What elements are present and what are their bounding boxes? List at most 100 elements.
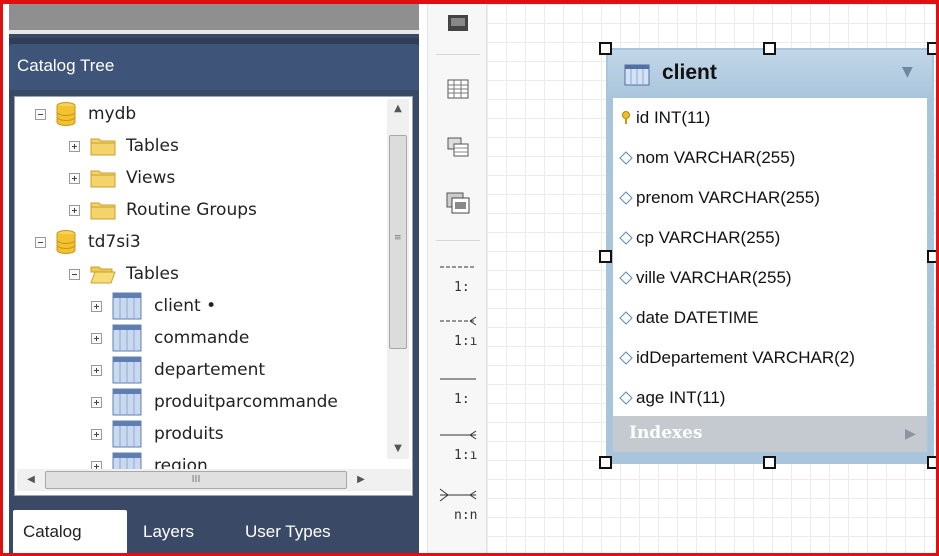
table-icon [112, 356, 142, 384]
folder-icon [90, 202, 116, 220]
resize-handle-bottom-left[interactable] [599, 456, 612, 469]
tree-item-routine-groups[interactable]: Routine Groups [69, 195, 257, 225]
tree-item-client[interactable]: client • [91, 291, 216, 321]
column-row[interactable]: prenom VARCHAR(255) [613, 178, 820, 218]
column-label: id INT(11) [636, 108, 711, 127]
resize-handle-top-left[interactable] [599, 42, 612, 55]
diagram-canvas[interactable]: client ▼ id INT(11) nom VARCHAR(255) pre… [487, 4, 936, 553]
column-diamond-icon [619, 391, 633, 405]
catalog-tree[interactable]: mydb Tables Views Routine Groups td7si3 … [14, 96, 413, 496]
tree-item-produitparcommande[interactable]: produitparcommande [91, 387, 338, 417]
tab-user-types[interactable]: User Types [245, 510, 331, 553]
tree-item-label: produits [154, 424, 224, 444]
collapse-icon[interactable] [35, 236, 46, 248]
horizontal-scroll-thumb[interactable]: III [45, 471, 347, 489]
scroll-left-arrow-icon[interactable]: ◀ [21, 469, 41, 491]
table-icon [112, 324, 142, 352]
resize-handle-bottom[interactable] [763, 456, 776, 469]
column-label: cp VARCHAR(255) [636, 228, 781, 247]
tree-item-label: Routine Groups [126, 200, 257, 220]
database-icon [56, 230, 76, 254]
folder-open-icon [90, 266, 116, 284]
scroll-up-arrow-icon[interactable]: ▲ [387, 99, 409, 119]
relationship-1-1-tool[interactable]: 1: [436, 256, 480, 302]
tree-item-label: Tables [126, 264, 179, 284]
column-diamond-icon [619, 191, 633, 205]
panel-top-bar [9, 4, 419, 34]
scroll-right-arrow-icon[interactable]: ▶ [351, 469, 371, 491]
indexes-section[interactable]: Indexes ▶ [613, 416, 927, 452]
expand-icon[interactable] [69, 172, 80, 184]
toolbar-divider [436, 240, 480, 241]
column-diamond-icon [619, 271, 633, 285]
tree-vertical-scrollbar[interactable]: ▲ ≡ ▼ [387, 99, 409, 459]
catalog-panel: Catalog Tree mydb Tables Views Routine G… [9, 4, 419, 553]
column-label: prenom VARCHAR(255) [636, 188, 820, 207]
tree-item-departement[interactable]: departement [91, 355, 265, 385]
tree-item-label: commande [154, 328, 250, 348]
resize-handle-top[interactable] [763, 42, 776, 55]
tree-item-td7si3[interactable]: td7si3 [35, 227, 141, 257]
database-icon [56, 102, 76, 126]
image-tool-icon[interactable] [441, 6, 475, 40]
tree-item-label: departement [154, 360, 266, 380]
relationship-many-to-many-icon [439, 488, 477, 502]
expand-icon[interactable] [69, 204, 80, 216]
vertical-scroll-thumb[interactable]: ≡ [389, 135, 407, 349]
relationship-n-m-tool[interactable]: n:n [436, 484, 480, 530]
expand-icon[interactable] [91, 364, 102, 376]
tree-item-views[interactable]: Views [69, 163, 175, 193]
table-tool-icon[interactable] [441, 72, 475, 106]
tree-item-mydb[interactable]: mydb [35, 99, 136, 129]
column-row[interactable]: idDepartement VARCHAR(2) [613, 338, 855, 378]
table-icon [624, 64, 650, 86]
tree-item-produits[interactable]: produits [91, 419, 224, 449]
expand-icon[interactable] [91, 396, 102, 408]
folder-icon [90, 170, 116, 188]
column-row[interactable]: cp VARCHAR(255) [613, 218, 780, 258]
relationship-1-n-tool[interactable]: 1:ı [436, 310, 480, 356]
expand-arrow-icon[interactable]: ▶ [905, 426, 916, 442]
primary-key-icon [622, 111, 630, 124]
tab-catalog[interactable]: Catalog [13, 510, 127, 553]
resize-handle-bottom-right[interactable] [927, 456, 936, 469]
column-diamond-icon [619, 231, 633, 245]
collapse-triangle-icon[interactable]: ▼ [902, 64, 913, 80]
collapse-icon[interactable] [35, 108, 46, 120]
routine-group-tool-icon[interactable] [441, 186, 475, 220]
entity-client[interactable]: client ▼ id INT(11) nom VARCHAR(255) pre… [606, 48, 934, 464]
column-row[interactable]: date DATETIME [613, 298, 759, 338]
column-row[interactable]: ville VARCHAR(255) [613, 258, 792, 298]
expand-icon[interactable] [91, 300, 102, 312]
column-row[interactable]: nom VARCHAR(255) [613, 138, 795, 178]
toolbar-divider [436, 54, 480, 55]
column-diamond-icon [619, 151, 633, 165]
entity-columns: id INT(11) nom VARCHAR(255) prenom VARCH… [613, 98, 927, 416]
tree-item-commande[interactable]: commande [91, 323, 249, 353]
tree-horizontal-scrollbar[interactable]: ◀ III ▶ [17, 469, 411, 491]
column-row[interactable]: age INT(11) [613, 378, 725, 418]
expand-icon[interactable] [91, 332, 102, 344]
column-row[interactable]: id INT(11) [613, 98, 710, 138]
indexes-label: Indexes [629, 423, 703, 443]
tree-item-tables-open[interactable]: Tables [69, 259, 179, 289]
relationship-1-1-identifying-tool[interactable]: 1: [436, 368, 480, 414]
collapse-icon[interactable] [69, 268, 80, 280]
column-label: age INT(11) [636, 388, 726, 407]
scroll-down-arrow-icon[interactable]: ▼ [387, 439, 409, 459]
tree-item-tables[interactable]: Tables [69, 131, 179, 161]
expand-icon[interactable] [69, 140, 80, 152]
folder-icon [90, 138, 116, 156]
window-frame: Catalog Tree mydb Tables Views Routine G… [0, 0, 939, 556]
relationship-1-n-identifying-tool[interactable]: 1:ı [436, 424, 480, 470]
view-tool-icon[interactable] [441, 130, 475, 164]
tab-layers[interactable]: Layers [143, 510, 194, 553]
resize-handle-top-right[interactable] [927, 42, 936, 55]
column-label: date DATETIME [636, 308, 759, 327]
relationship-solid-crowfoot-icon [440, 430, 477, 440]
table-icon [112, 292, 142, 320]
entity-header[interactable]: client ▼ [608, 50, 932, 98]
resize-handle-left[interactable] [599, 250, 612, 263]
resize-handle-right[interactable] [927, 250, 936, 263]
expand-icon[interactable] [91, 428, 102, 440]
